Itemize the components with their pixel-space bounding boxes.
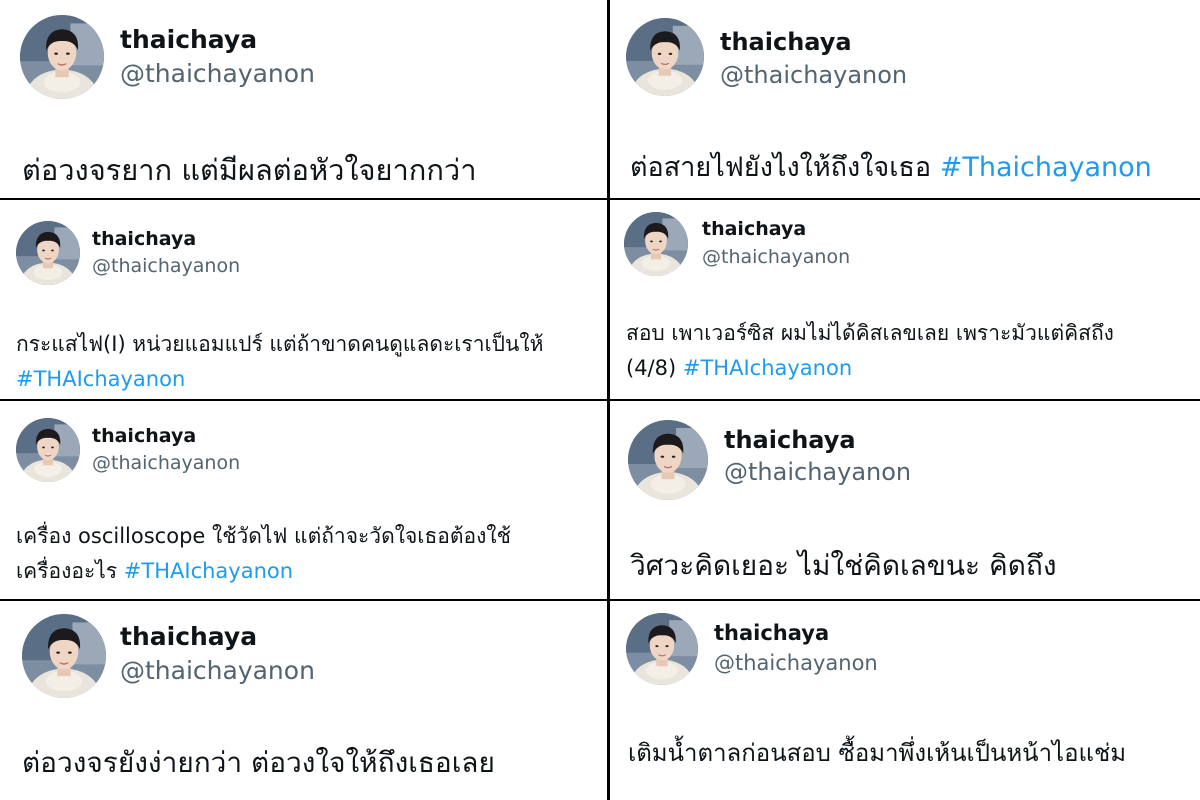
avatar[interactable] xyxy=(16,418,80,482)
tweet-text: สอบ เพาเวอร์ซิส ผมไม่ได้คิสเลขเลย เพราะม… xyxy=(626,316,1114,386)
user-handle[interactable]: @thaichayanon xyxy=(720,61,907,89)
profile-photo-icon xyxy=(16,418,80,482)
profile-photo-icon xyxy=(626,613,698,685)
tweet-text: กระแสไฟ(I) หน่วยแอมแปร์ แต่ถ้าขาดคนดูแลด… xyxy=(16,327,543,397)
display-name[interactable]: thaichaya xyxy=(120,25,257,54)
avatar[interactable] xyxy=(628,420,708,500)
profile-photo-icon xyxy=(20,15,104,99)
display-name[interactable]: thaichaya xyxy=(120,622,257,651)
user-handle[interactable]: @thaichayanon xyxy=(120,59,315,88)
tweet-card[interactable]: thaichaya @thaichayanon เติมน้ำตาลก่อนสอ… xyxy=(610,601,1200,800)
avatar[interactable] xyxy=(16,221,80,285)
user-handle[interactable]: @thaichayanon xyxy=(702,246,850,268)
tweet-text: เครื่อง oscilloscope ใช้วัดไฟ แต่ถ้าจะวั… xyxy=(16,519,511,589)
tweet-text-body: ต่อวงจรยาก แต่มีผลต่อหัวใจยากกว่า xyxy=(22,153,477,187)
tweet-card[interactable]: thaichaya @thaichayanon ต่อวงจรยาก แต่มี… xyxy=(0,0,607,198)
hashtag-link[interactable]: #THAIchayanon xyxy=(124,559,293,583)
tweet-text-body: เครื่องอะไร xyxy=(16,559,118,583)
tweet-text-body: ต่อวงจรยังง่ายกว่า ต่อวงใจให้ถึงเธอเลย xyxy=(22,746,495,779)
tweet-text-body: เติมน้ำตาลก่อนสอบ ซื้อมาพึ่งเห้นเป็นหน้า… xyxy=(628,739,1127,767)
tweet-card[interactable]: thaichaya @thaichayanon ต่อวงจรยังง่ายกว… xyxy=(0,601,607,800)
hashtag-link[interactable]: #Thaichayanon xyxy=(940,152,1152,183)
avatar[interactable] xyxy=(20,15,104,99)
tweet-text-body: ต่อสายไฟยังไงให้ถึงใจเธอ xyxy=(630,152,932,183)
profile-photo-icon xyxy=(624,212,688,276)
tweet-card[interactable]: thaichaya @thaichayanon ต่อสายไฟยังไงให้… xyxy=(610,0,1200,198)
avatar[interactable] xyxy=(22,614,106,698)
tweet-text: ต่อสายไฟยังไงให้ถึงใจเธอ #Thaichayanon xyxy=(630,145,1152,188)
tweet-text: วิศวะคิดเยอะ ไม่ใช่คิดเลขนะ คิดถึง xyxy=(630,544,1057,588)
user-handle[interactable]: @thaichayanon xyxy=(92,255,240,277)
display-name[interactable]: thaichaya xyxy=(714,621,829,645)
tweet-text-body: (4/8) xyxy=(626,356,677,380)
profile-photo-icon xyxy=(626,18,704,96)
user-handle[interactable]: @thaichayanon xyxy=(92,452,240,474)
user-handle[interactable]: @thaichayanon xyxy=(120,656,315,685)
tweet-card[interactable]: thaichaya @thaichayanon เครื่อง oscillos… xyxy=(0,401,607,599)
tweet-text: เติมน้ำตาลก่อนสอบ ซื้อมาพึ่งเห้นเป็นหน้า… xyxy=(628,733,1126,772)
tweet-text-body: วิศวะคิดเยอะ ไม่ใช่คิดเลขนะ คิดถึง xyxy=(630,549,1057,582)
tweet-card[interactable]: thaichaya @thaichayanon กระแสไฟ(I) หน่วย… xyxy=(0,200,607,399)
hashtag-link[interactable]: #THAIchayanon xyxy=(683,356,852,380)
display-name[interactable]: thaichaya xyxy=(724,426,856,454)
profile-photo-icon xyxy=(22,614,106,698)
display-name[interactable]: thaichaya xyxy=(720,28,852,56)
tweet-text-body: กระแสไฟ(I) หน่วยแอมแปร์ แต่ถ้าขาดคนดูแลด… xyxy=(16,332,544,356)
display-name[interactable]: thaichaya xyxy=(702,218,806,240)
user-handle[interactable]: @thaichayanon xyxy=(714,651,878,675)
user-handle[interactable]: @thaichayanon xyxy=(724,458,911,486)
tweet-card[interactable]: thaichaya @thaichayanon วิศวะคิดเยอะ ไม่… xyxy=(610,401,1200,599)
avatar[interactable] xyxy=(626,613,698,685)
profile-photo-icon xyxy=(16,221,80,285)
tweet-text-body: สอบ เพาเวอร์ซิส ผมไม่ได้คิสเลขเลย เพราะม… xyxy=(626,321,1114,345)
tweet-card[interactable]: thaichaya @thaichayanon สอบ เพาเวอร์ซิส … xyxy=(610,200,1200,399)
display-name[interactable]: thaichaya xyxy=(92,425,196,447)
tweet-text: ต่อวงจรยาก แต่มีผลต่อหัวใจยากกว่า xyxy=(22,147,476,193)
hashtag-link[interactable]: #THAIchayanon xyxy=(16,362,543,397)
display-name[interactable]: thaichaya xyxy=(92,228,196,250)
profile-photo-icon xyxy=(628,420,708,500)
tweet-text-body: เครื่อง oscilloscope ใช้วัดไฟ แต่ถ้าจะวั… xyxy=(16,524,511,548)
avatar[interactable] xyxy=(626,18,704,96)
tweet-text: ต่อวงจรยังง่ายกว่า ต่อวงใจให้ถึงเธอเลย xyxy=(22,741,495,785)
avatar[interactable] xyxy=(624,212,688,276)
